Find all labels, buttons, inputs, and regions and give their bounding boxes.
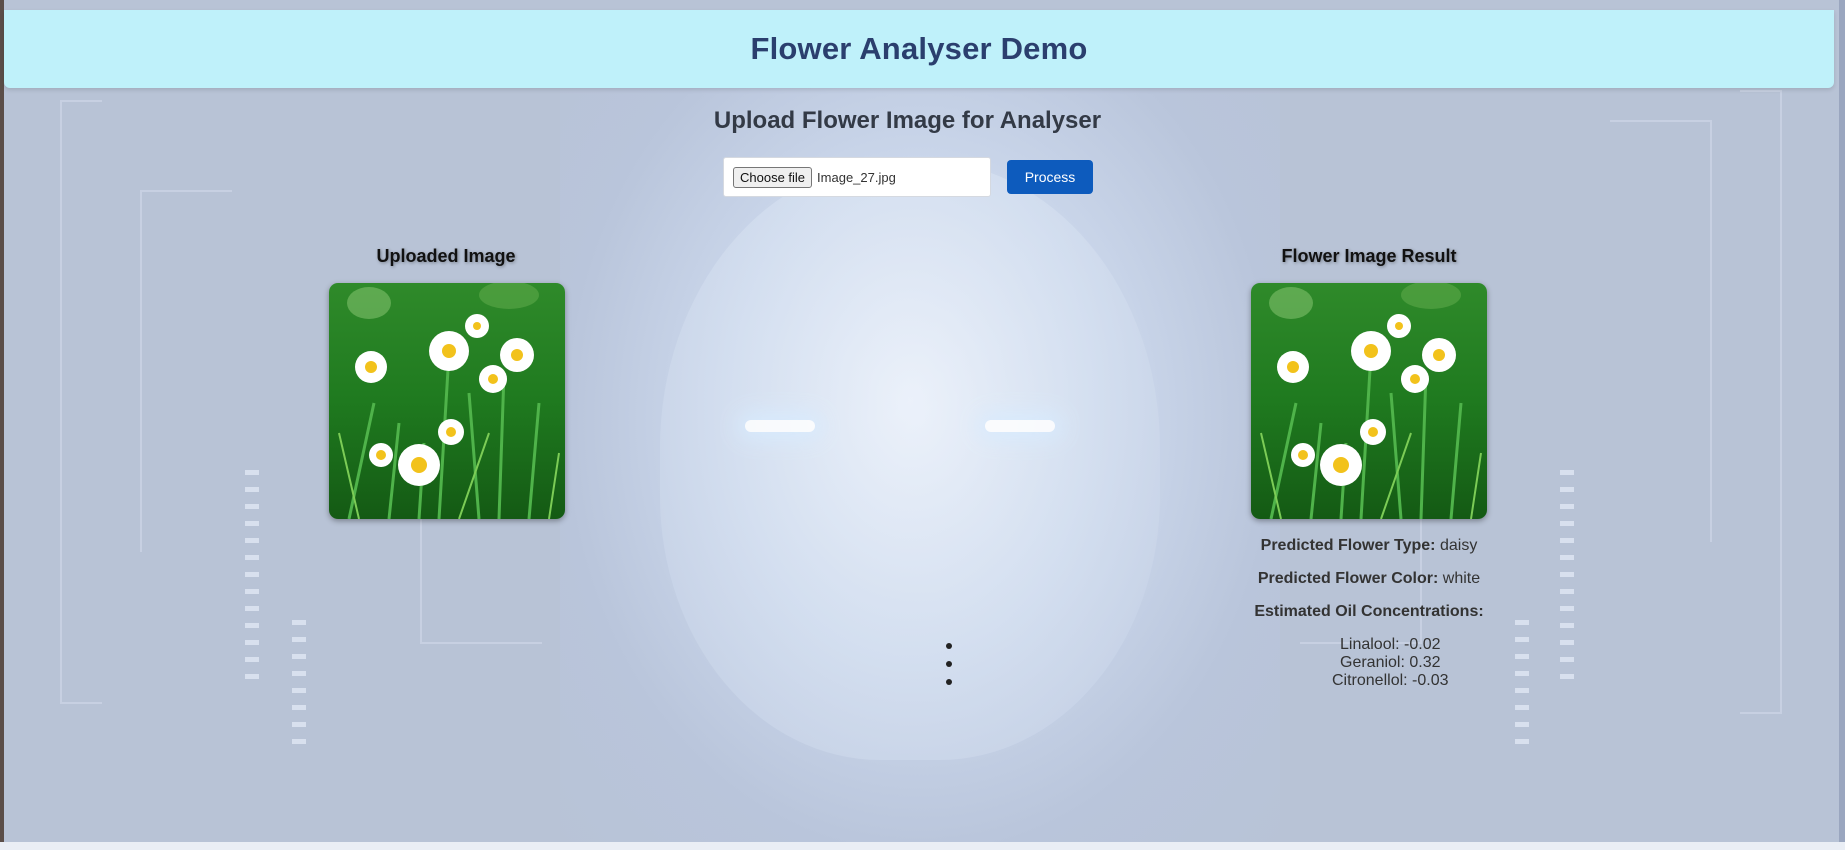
background-circuit-dots [245,470,259,691]
uploaded-image-title: Uploaded Image [376,246,516,266]
oil-concentrations-heading: Estimated Oil Concentrations: [1209,603,1529,621]
background-ai-face [660,160,1160,760]
upload-section-title: Upload Flower Image for Analyser [713,107,1102,134]
background-circuit-dots [292,620,306,756]
background-eye [745,420,815,432]
oil-item-linalool: Linalool: -0.02 [1340,636,1441,653]
page-title: Flower Analyser Demo [750,31,1088,66]
process-button[interactable]: Process [1007,160,1093,194]
background-circuit [60,100,102,704]
predicted-type-value: daisy [1439,537,1478,554]
predicted-color-label: Predicted Flower Color: [1257,570,1439,587]
result-flower-image [1251,283,1487,519]
bottom-border [0,842,1845,850]
background-edge [1839,0,1845,850]
list-bullet [946,661,952,667]
result-image-title: Flower Image Result [1281,246,1457,266]
file-input[interactable]: Choose file Image_27.jpg [723,157,991,197]
background-circuit-dots [1560,470,1574,691]
choose-file-button[interactable]: Choose file [733,166,813,188]
background-circuit-dots [1515,620,1529,756]
predicted-color: Predicted Flower Color: white [1209,570,1529,588]
selected-file-name: Image_27.jpg [817,169,896,185]
oil-item-geraniol: Geraniol: 0.32 [1340,654,1441,671]
background-circuit [140,190,232,552]
background-eye [985,420,1055,432]
list-bullet [946,643,952,649]
predicted-type-label: Predicted Flower Type: [1260,537,1436,554]
oil-concentrations-label: Estimated Oil Concentrations: [1254,603,1484,620]
app-header: Flower Analyser Demo [4,10,1834,88]
background-circuit [1610,120,1712,542]
uploaded-flower-image [329,283,565,519]
background-circuit [1740,90,1782,714]
predicted-color-value: white [1442,570,1481,587]
oil-item-citronellol: Citronellol: -0.03 [1332,672,1449,689]
list-bullet [946,679,952,685]
predicted-type: Predicted Flower Type: daisy [1209,537,1529,555]
